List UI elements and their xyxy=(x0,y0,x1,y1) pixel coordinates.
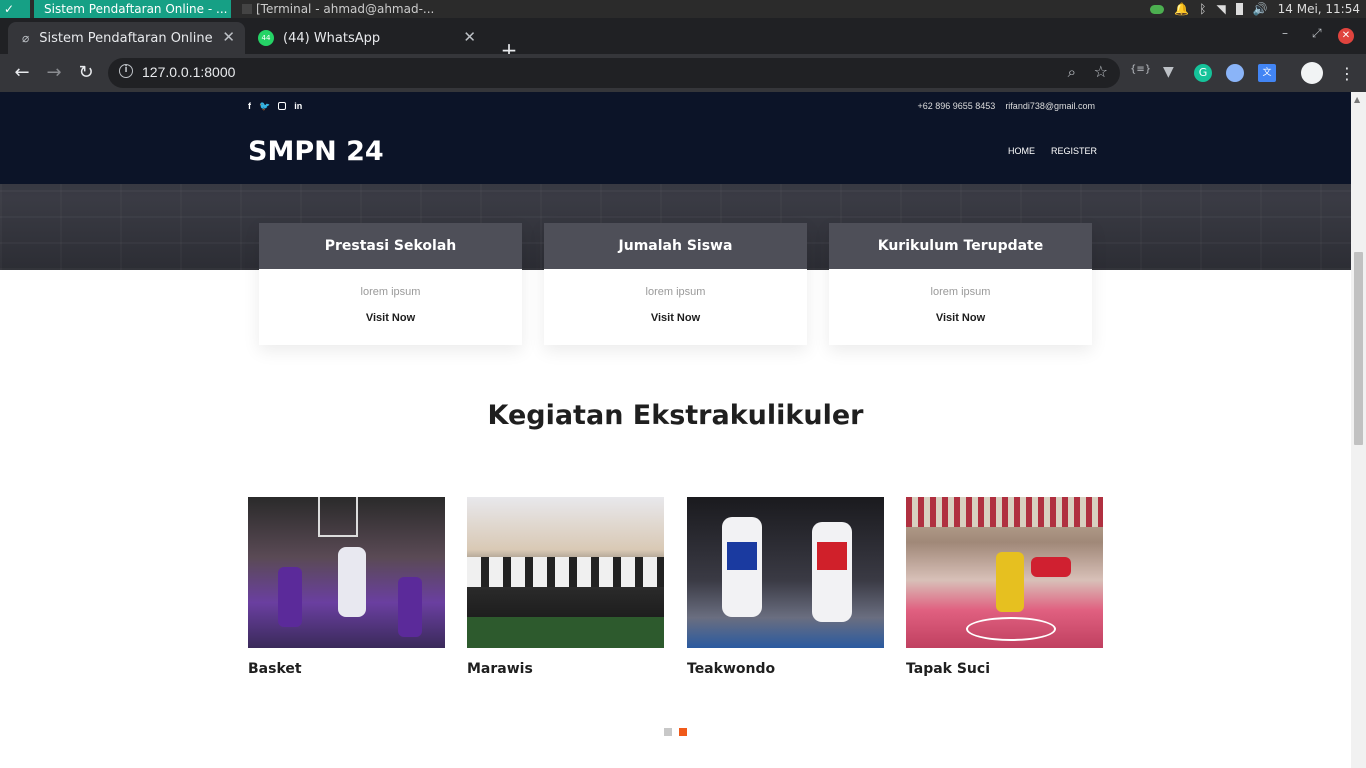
terminal-icon xyxy=(242,4,252,14)
phone-number: +62 896 9655 8453 xyxy=(917,101,996,111)
carousel-dot[interactable] xyxy=(664,728,672,736)
twitter-icon[interactable]: 🐦 xyxy=(259,101,270,112)
taekwondo-photo xyxy=(687,497,884,648)
activity-item[interactable]: Basket xyxy=(248,497,445,677)
facebook-icon[interactable]: f xyxy=(248,101,251,112)
browser-toolbar: ← → ↻ i 127.0.0.1:8000 ⌕ ☆ {≡} ▼ G 文 ⋮ xyxy=(0,54,1366,92)
feature-card: Jumalah Siswa lorem ipsum Visit Now xyxy=(544,223,807,345)
activity-item[interactable]: Marawis xyxy=(467,497,664,677)
app-menu-button[interactable]: ✓ xyxy=(0,0,30,18)
back-button[interactable]: ← xyxy=(12,63,32,83)
extension-globe-icon[interactable] xyxy=(1226,64,1244,82)
nav-home[interactable]: HOME xyxy=(1008,146,1035,156)
nav-register[interactable]: REGISTER xyxy=(1051,146,1097,156)
taskbar-app-chrome[interactable]: Sistem Pendaftaran Online - ... xyxy=(34,0,231,18)
whatsapp-icon: 44 xyxy=(258,30,274,46)
feature-card: Kurikulum Terupdate lorem ipsum Visit No… xyxy=(829,223,1092,345)
section-title: Kegiatan Ekstrakulikuler xyxy=(487,400,864,431)
tab-label: Sistem Pendaftaran Online xyxy=(39,30,213,46)
card-title: Kurikulum Terupdate xyxy=(829,223,1092,269)
carousel-pagination xyxy=(664,728,687,736)
clock[interactable]: 14 Mei, 11:54 xyxy=(1278,2,1360,16)
tab-sistem-pendaftaran[interactable]: ⌀ Sistem Pendaftaran Online ✕ xyxy=(8,22,245,54)
activity-title: Marawis xyxy=(467,661,533,677)
forward-button[interactable]: → xyxy=(44,63,64,83)
wifi-icon[interactable]: ◥ xyxy=(1216,2,1225,16)
taskbar-app-label: Sistem Pendaftaran Online - ... xyxy=(44,2,228,16)
activity-title: Tapak Suci xyxy=(906,661,990,677)
carousel-dot-active[interactable] xyxy=(679,728,687,736)
scroll-up-icon[interactable]: ▲ xyxy=(1354,95,1360,104)
volume-icon[interactable]: 🔊 xyxy=(1253,2,1268,16)
bell-icon[interactable]: 🔔 xyxy=(1174,2,1189,16)
visit-now-link[interactable]: Visit Now xyxy=(259,312,522,324)
marawis-photo xyxy=(467,497,664,648)
tab-label: (44) WhatsApp xyxy=(283,30,381,46)
info-icon[interactable]: i xyxy=(119,64,133,78)
email-address: rifandi738@gmail.com xyxy=(1005,101,1095,111)
site-header: f 🐦 in +62 896 9655 8453 rifandi738@gmai… xyxy=(0,92,1351,184)
taskbar-app-terminal[interactable]: [Terminal - ahmad@ahmad-... xyxy=(240,0,440,18)
activity-title: Basket xyxy=(248,661,302,677)
os-taskbar: ✓ Sistem Pendaftaran Online - ... [Termi… xyxy=(0,0,1366,18)
menu-icon: ✓ xyxy=(4,2,15,16)
card-text: lorem ipsum xyxy=(360,286,421,298)
grammarly-icon[interactable]: G xyxy=(1194,64,1212,82)
url-text: 127.0.0.1:8000 xyxy=(142,64,236,80)
activity-title: Teakwondo xyxy=(687,661,776,677)
social-links: f 🐦 in xyxy=(248,101,302,112)
site-brand[interactable]: SMPN 24 xyxy=(248,136,384,167)
close-tab-icon[interactable]: ✕ xyxy=(463,30,476,45)
card-text: lorem ipsum xyxy=(645,286,706,298)
activity-item[interactable]: Tapak Suci xyxy=(906,497,1103,677)
scroll-thumb[interactable] xyxy=(1354,252,1363,445)
linkedin-icon[interactable]: in xyxy=(294,101,302,112)
card-text: lorem ipsum xyxy=(930,286,991,298)
profile-avatar[interactable] xyxy=(1301,62,1323,84)
battery-tray-icon[interactable] xyxy=(1150,4,1165,14)
reload-button[interactable]: ↻ xyxy=(76,63,96,83)
zoom-icon[interactable]: ⌕ xyxy=(1068,63,1076,81)
extension-v-icon[interactable]: ▼ xyxy=(1163,64,1181,82)
battery-icon[interactable] xyxy=(1235,3,1243,15)
extension-code-icon[interactable]: {≡} xyxy=(1130,64,1151,82)
card-title: Prestasi Sekolah xyxy=(259,223,522,269)
instagram-icon[interactable] xyxy=(278,102,287,110)
menu-kebab-icon[interactable]: ⋮ xyxy=(1338,64,1356,83)
tab-whatsapp[interactable]: 44 (44) WhatsApp ✕ xyxy=(250,22,486,54)
address-bar[interactable]: i 127.0.0.1:8000 ⌕ ☆ xyxy=(108,58,1120,88)
taskbar-app-label: [Terminal - ahmad@ahmad-... xyxy=(256,2,435,16)
card-title: Jumalah Siswa xyxy=(544,223,807,269)
leaf-icon: ⌀ xyxy=(22,31,30,45)
site-nav: HOME REGISTER xyxy=(1008,146,1097,156)
feature-card: Prestasi Sekolah lorem ipsum Visit Now xyxy=(259,223,522,345)
browser-tabbar: ⌀ Sistem Pendaftaran Online ✕ 44 (44) Wh… xyxy=(0,18,1366,60)
web-page: f 🐦 in +62 896 9655 8453 rifandi738@gmai… xyxy=(0,92,1351,768)
restore-button[interactable]: ⤢ xyxy=(1312,26,1322,41)
tapak-suci-photo xyxy=(906,497,1103,648)
bookmark-star-icon[interactable]: ☆ xyxy=(1094,62,1108,81)
close-window-button[interactable]: ✕ xyxy=(1338,28,1354,44)
page-scrollbar[interactable]: ▲ xyxy=(1351,92,1366,768)
translate-icon[interactable]: 文 xyxy=(1258,64,1276,82)
minimize-button[interactable]: – xyxy=(1282,26,1288,40)
activity-item[interactable]: Teakwondo xyxy=(687,497,884,677)
visit-now-link[interactable]: Visit Now xyxy=(829,312,1092,324)
bluetooth-icon[interactable]: ᛒ xyxy=(1199,2,1206,16)
contact-info: +62 896 9655 8453 rifandi738@gmail.com xyxy=(917,101,1095,111)
close-tab-icon[interactable]: ✕ xyxy=(222,30,235,45)
visit-now-link[interactable]: Visit Now xyxy=(544,312,807,324)
basketball-photo xyxy=(248,497,445,648)
